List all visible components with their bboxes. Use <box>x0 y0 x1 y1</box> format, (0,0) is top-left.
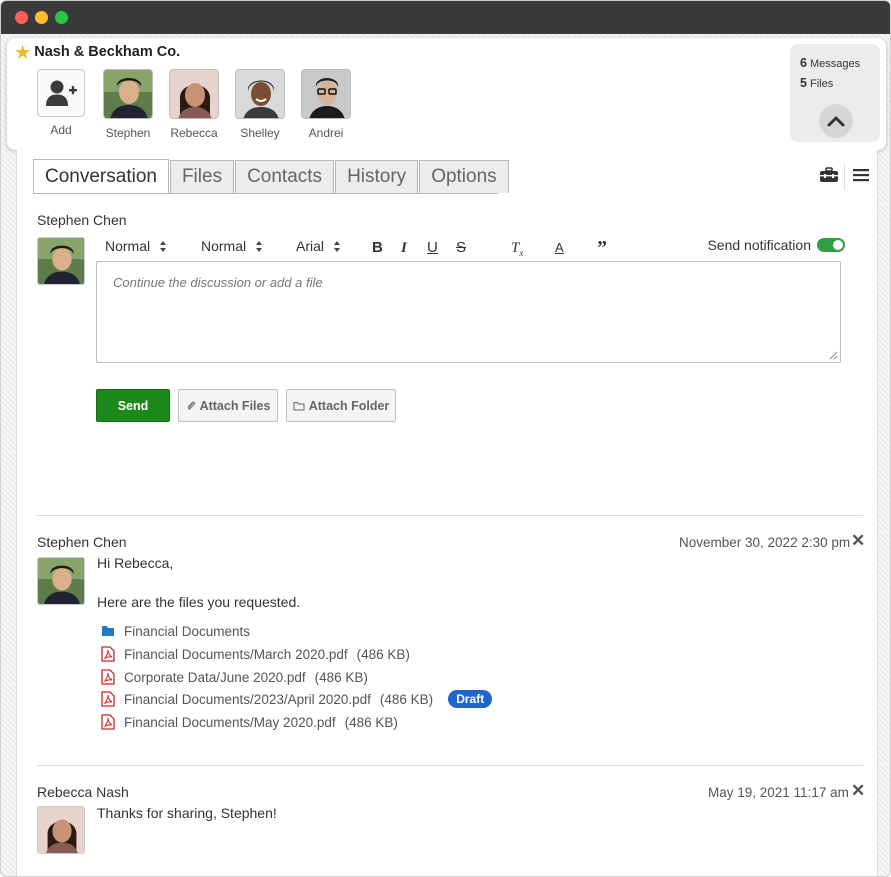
updown-icon <box>334 240 341 252</box>
send-notification-toggle[interactable] <box>817 238 845 252</box>
stats-panel: 6 Messages 5 Files <box>790 44 880 142</box>
workspace-header: ★ Nash & Beckham Co. Add Stephen Rebecca… <box>7 38 886 150</box>
tab-options[interactable]: Options <box>419 160 509 193</box>
folder-outline-icon <box>293 401 305 410</box>
font-size-select[interactable]: Normal <box>105 238 167 254</box>
close-icon[interactable]: ✕ <box>851 531 865 551</box>
close-icon[interactable]: ✕ <box>851 781 865 801</box>
divider <box>37 765 863 766</box>
pdf-icon <box>101 646 115 662</box>
member-label: Andrei <box>308 126 344 140</box>
tab-bar: Conversation Files Contacts History Opti… <box>33 159 510 194</box>
updown-icon <box>256 240 263 252</box>
quote-icon[interactable]: ” <box>597 238 607 258</box>
avatar <box>301 69 351 119</box>
member-label: Shelley <box>240 126 280 140</box>
messages-stat: 6 Messages <box>800 56 861 70</box>
resize-handle-icon[interactable] <box>829 351 838 360</box>
heading-select[interactable]: Normal <box>201 238 263 254</box>
message-body: Thanks for sharing, Stephen! <box>97 805 277 821</box>
app-window: ★ Nash & Beckham Co. Add Stephen Rebecca… <box>0 0 891 877</box>
message-author: Rebecca Nash <box>37 784 129 800</box>
avatar <box>169 69 219 119</box>
tab-contacts[interactable]: Contacts <box>235 160 335 193</box>
chevron-up-icon <box>827 116 845 127</box>
member-label: Add <box>50 123 72 137</box>
send-button[interactable]: Send <box>96 389 170 422</box>
minimize-window-button[interactable] <box>35 11 48 24</box>
add-member-button[interactable]: Add <box>31 69 91 137</box>
toolbar-divider <box>844 164 845 190</box>
font-family-select[interactable]: Arial <box>296 238 341 254</box>
avatar <box>37 237 85 285</box>
updown-icon <box>160 240 167 252</box>
bold-icon[interactable]: B <box>372 238 383 258</box>
pdf-icon <box>101 669 115 685</box>
pdf-icon <box>101 714 115 730</box>
company-name: Nash & Beckham Co. <box>34 44 181 60</box>
message-greeting: Hi Rebecca, <box>97 555 174 571</box>
menu-icon[interactable] <box>853 168 869 187</box>
message-date: May 19, 2021 11:17 am <box>708 785 849 800</box>
message-date: November 30, 2022 2:30 pm <box>679 535 851 550</box>
member-andrei[interactable]: Andrei <box>296 69 356 140</box>
member-label: Stephen <box>105 126 151 140</box>
add-user-icon <box>37 69 85 117</box>
collapse-header-button[interactable] <box>819 104 853 138</box>
tab-underline <box>33 193 498 194</box>
maximize-window-button[interactable] <box>55 11 68 24</box>
underline-icon[interactable]: U <box>427 238 438 258</box>
attachment-file[interactable]: Financial Documents/May 2020.pdf (486 KB… <box>101 713 398 731</box>
close-window-button[interactable] <box>15 11 28 24</box>
text-color-icon[interactable]: A <box>555 238 564 258</box>
message-body: Here are the files you requested. <box>97 594 301 610</box>
composer-author: Stephen Chen <box>37 212 127 228</box>
folder-icon <box>102 626 114 636</box>
tab-files[interactable]: Files <box>169 160 235 193</box>
attach-folder-button[interactable]: Attach Folder <box>286 389 396 422</box>
draft-badge: Draft <box>448 690 493 708</box>
avatar <box>103 69 153 119</box>
attachment-file[interactable]: Financial Documents/March 2020.pdf (486 … <box>101 645 410 663</box>
member-stephen[interactable]: Stephen <box>98 69 158 140</box>
message-author: Stephen Chen <box>37 534 127 550</box>
divider <box>37 515 863 516</box>
editor-toolbar: Normal Normal Arial B I U S Tx A ” Send … <box>105 237 845 258</box>
company-title: ★ Nash & Beckham Co. <box>15 42 180 62</box>
send-notification-setting: Send notification <box>707 237 845 253</box>
clear-format-icon[interactable]: Tx <box>511 238 523 263</box>
attachment-folder[interactable]: Financial Documents <box>101 622 250 640</box>
avatar <box>37 557 85 605</box>
member-rebecca[interactable]: Rebecca <box>164 69 224 140</box>
attach-files-button[interactable]: Attach Files <box>178 389 278 422</box>
message-input[interactable]: Continue the discussion or add a file <box>96 261 841 363</box>
avatar <box>235 69 285 119</box>
conversation-panel: Conversation Files Contacts History Opti… <box>16 150 878 876</box>
pdf-icon <box>101 691 115 707</box>
tab-conversation[interactable]: Conversation <box>33 159 169 194</box>
files-stat: 5 Files <box>800 76 834 90</box>
paperclip-icon <box>187 401 195 410</box>
star-icon[interactable]: ★ <box>15 44 30 61</box>
message-placeholder: Continue the discussion or add a file <box>113 275 323 290</box>
italic-icon[interactable]: I <box>401 238 407 258</box>
member-shelley[interactable]: Shelley <box>230 69 290 140</box>
title-bar <box>1 1 890 34</box>
strikethrough-icon[interactable]: S <box>456 238 466 258</box>
avatar <box>37 806 85 854</box>
tab-history[interactable]: History <box>335 160 419 193</box>
toolbox-icon[interactable] <box>819 167 839 188</box>
member-label: Rebecca <box>170 126 218 140</box>
attachment-file[interactable]: Financial Documents/2023/April 2020.pdf … <box>101 690 493 708</box>
attachment-file[interactable]: Corporate Data/June 2020.pdf (486 KB) <box>101 668 368 686</box>
